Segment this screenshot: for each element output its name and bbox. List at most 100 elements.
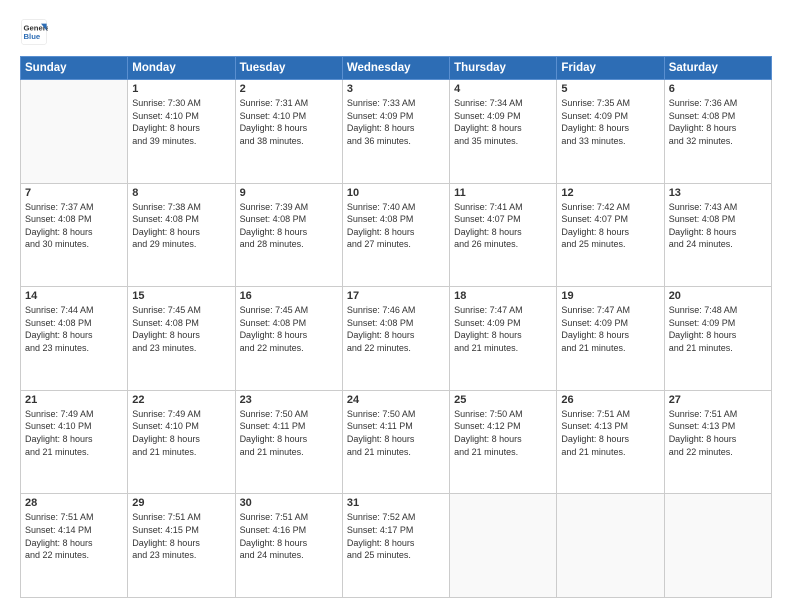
- day-number: 30: [240, 497, 338, 509]
- day-number: 27: [669, 394, 767, 406]
- day-info: Sunrise: 7:40 AM Sunset: 4:08 PM Dayligh…: [347, 201, 445, 251]
- page: General Blue SundayMondayTuesdayWednesda…: [0, 0, 792, 612]
- calendar-table: SundayMondayTuesdayWednesdayThursdayFrid…: [20, 56, 772, 598]
- day-cell: 31Sunrise: 7:52 AM Sunset: 4:17 PM Dayli…: [342, 494, 449, 598]
- day-cell: 27 Sunrise: 7:51 AM Sunset: 4:13 PM Dayli…: [664, 390, 771, 494]
- day-info: Sunrise: 7:49 AM Sunset: 4:10 PM Dayligh…: [25, 408, 123, 458]
- day-number: 15: [132, 290, 230, 302]
- day-cell: 16 Sunrise: 7:45 AM Sunset: 4:08 PM Dayli…: [235, 287, 342, 391]
- day-cell: 21Sunrise: 7:49 AM Sunset: 4:10 PM Dayli…: [21, 390, 128, 494]
- weekday-header-monday: Monday: [128, 57, 235, 80]
- day-cell: 8 Sunrise: 7:38 AM Sunset: 4:08 PM Daylig…: [128, 183, 235, 287]
- header: General Blue: [20, 18, 772, 46]
- day-info: Sunrise: 7:39 AM Sunset: 4:08 PM Dayligh…: [240, 201, 338, 251]
- day-number: 23: [240, 394, 338, 406]
- day-number: 17: [347, 290, 445, 302]
- day-info: Sunrise: 7:34 AM Sunset: 4:09 PM Dayligh…: [454, 97, 552, 147]
- weekday-header-sunday: Sunday: [21, 57, 128, 80]
- day-number: 10: [347, 187, 445, 199]
- day-info: Sunrise: 7:50 AM Sunset: 4:11 PM Dayligh…: [347, 408, 445, 458]
- week-row-3: 14 Sunrise: 7:44 AM Sunset: 4:08 PM Dayli…: [21, 287, 772, 391]
- day-info: Sunrise: 7:31 AM Sunset: 4:10 PM Dayligh…: [240, 97, 338, 147]
- day-number: 22: [132, 394, 230, 406]
- day-cell: 7 Sunrise: 7:37 AM Sunset: 4:08 PM Daylig…: [21, 183, 128, 287]
- day-info: Sunrise: 7:36 AM Sunset: 4:08 PM Dayligh…: [669, 97, 767, 147]
- day-cell: [664, 494, 771, 598]
- day-number: 7: [25, 187, 123, 199]
- day-info: Sunrise: 7:51 AM Sunset: 4:13 PM Dayligh…: [561, 408, 659, 458]
- day-cell: 18Sunrise: 7:47 AM Sunset: 4:09 PM Dayli…: [450, 287, 557, 391]
- day-info: Sunrise: 7:45 AM Sunset: 4:08 PM Dayligh…: [240, 304, 338, 354]
- day-info: Sunrise: 7:44 AM Sunset: 4:08 PM Dayligh…: [25, 304, 123, 354]
- day-info: Sunrise: 7:42 AM Sunset: 4:07 PM Dayligh…: [561, 201, 659, 251]
- day-number: 13: [669, 187, 767, 199]
- day-number: 26: [561, 394, 659, 406]
- logo: General Blue: [20, 18, 50, 46]
- day-cell: 26 Sunrise: 7:51 AM Sunset: 4:13 PM Dayli…: [557, 390, 664, 494]
- day-cell: 22 Sunrise: 7:49 AM Sunset: 4:10 PM Dayli…: [128, 390, 235, 494]
- day-info: Sunrise: 7:47 AM Sunset: 4:09 PM Dayligh…: [561, 304, 659, 354]
- day-info: Sunrise: 7:43 AM Sunset: 4:08 PM Dayligh…: [669, 201, 767, 251]
- logo-icon: General Blue: [20, 18, 48, 46]
- day-info: Sunrise: 7:30 AM Sunset: 4:10 PM Dayligh…: [132, 97, 230, 147]
- svg-text:Blue: Blue: [24, 32, 41, 41]
- day-info: Sunrise: 7:50 AM Sunset: 4:11 PM Dayligh…: [240, 408, 338, 458]
- day-cell: [21, 80, 128, 184]
- day-cell: 4 Sunrise: 7:34 AM Sunset: 4:09 PM Daylig…: [450, 80, 557, 184]
- day-cell: 12 Sunrise: 7:42 AM Sunset: 4:07 PM Dayli…: [557, 183, 664, 287]
- day-number: 29: [132, 497, 230, 509]
- day-number: 8: [132, 187, 230, 199]
- day-cell: 3Sunrise: 7:33 AM Sunset: 4:09 PM Daylig…: [342, 80, 449, 184]
- day-cell: 14 Sunrise: 7:44 AM Sunset: 4:08 PM Dayli…: [21, 287, 128, 391]
- day-info: Sunrise: 7:49 AM Sunset: 4:10 PM Dayligh…: [132, 408, 230, 458]
- day-info: Sunrise: 7:46 AM Sunset: 4:08 PM Dayligh…: [347, 304, 445, 354]
- weekday-header-wednesday: Wednesday: [342, 57, 449, 80]
- day-cell: 24 Sunrise: 7:50 AM Sunset: 4:11 PM Dayli…: [342, 390, 449, 494]
- week-row-4: 21Sunrise: 7:49 AM Sunset: 4:10 PM Dayli…: [21, 390, 772, 494]
- day-number: 4: [454, 83, 552, 95]
- day-number: 11: [454, 187, 552, 199]
- day-info: Sunrise: 7:41 AM Sunset: 4:07 PM Dayligh…: [454, 201, 552, 251]
- day-info: Sunrise: 7:38 AM Sunset: 4:08 PM Dayligh…: [132, 201, 230, 251]
- day-number: 3: [347, 83, 445, 95]
- day-number: 9: [240, 187, 338, 199]
- day-number: 1: [132, 83, 230, 95]
- day-info: Sunrise: 7:37 AM Sunset: 4:08 PM Dayligh…: [25, 201, 123, 251]
- day-info: Sunrise: 7:50 AM Sunset: 4:12 PM Dayligh…: [454, 408, 552, 458]
- day-info: Sunrise: 7:51 AM Sunset: 4:14 PM Dayligh…: [25, 511, 123, 561]
- day-cell: 29Sunrise: 7:51 AM Sunset: 4:15 PM Dayli…: [128, 494, 235, 598]
- day-number: 19: [561, 290, 659, 302]
- day-info: Sunrise: 7:51 AM Sunset: 4:13 PM Dayligh…: [669, 408, 767, 458]
- week-row-5: 28Sunrise: 7:51 AM Sunset: 4:14 PM Dayli…: [21, 494, 772, 598]
- weekday-header-row: SundayMondayTuesdayWednesdayThursdayFrid…: [21, 57, 772, 80]
- day-number: 20: [669, 290, 767, 302]
- day-cell: 23 Sunrise: 7:50 AM Sunset: 4:11 PM Dayli…: [235, 390, 342, 494]
- day-cell: 25Sunrise: 7:50 AM Sunset: 4:12 PM Dayli…: [450, 390, 557, 494]
- day-cell: [450, 494, 557, 598]
- day-cell: 9 Sunrise: 7:39 AM Sunset: 4:08 PM Daylig…: [235, 183, 342, 287]
- day-cell: 5Sunrise: 7:35 AM Sunset: 4:09 PM Daylig…: [557, 80, 664, 184]
- day-info: Sunrise: 7:52 AM Sunset: 4:17 PM Dayligh…: [347, 511, 445, 561]
- weekday-header-thursday: Thursday: [450, 57, 557, 80]
- day-number: 18: [454, 290, 552, 302]
- day-cell: 13 Sunrise: 7:43 AM Sunset: 4:08 PM Dayli…: [664, 183, 771, 287]
- day-number: 12: [561, 187, 659, 199]
- day-cell: 20Sunrise: 7:48 AM Sunset: 4:09 PM Dayli…: [664, 287, 771, 391]
- weekday-header-friday: Friday: [557, 57, 664, 80]
- day-number: 14: [25, 290, 123, 302]
- week-row-1: 1 Sunrise: 7:30 AM Sunset: 4:10 PM Daylig…: [21, 80, 772, 184]
- day-cell: 28Sunrise: 7:51 AM Sunset: 4:14 PM Dayli…: [21, 494, 128, 598]
- day-number: 16: [240, 290, 338, 302]
- day-number: 6: [669, 83, 767, 95]
- weekday-header-saturday: Saturday: [664, 57, 771, 80]
- day-cell: 30Sunrise: 7:51 AM Sunset: 4:16 PM Dayli…: [235, 494, 342, 598]
- day-cell: [557, 494, 664, 598]
- day-number: 2: [240, 83, 338, 95]
- day-cell: 11 Sunrise: 7:41 AM Sunset: 4:07 PM Dayli…: [450, 183, 557, 287]
- day-cell: 19 Sunrise: 7:47 AM Sunset: 4:09 PM Dayli…: [557, 287, 664, 391]
- day-info: Sunrise: 7:45 AM Sunset: 4:08 PM Dayligh…: [132, 304, 230, 354]
- day-cell: 17 Sunrise: 7:46 AM Sunset: 4:08 PM Dayli…: [342, 287, 449, 391]
- day-number: 24: [347, 394, 445, 406]
- week-row-2: 7 Sunrise: 7:37 AM Sunset: 4:08 PM Daylig…: [21, 183, 772, 287]
- day-info: Sunrise: 7:35 AM Sunset: 4:09 PM Dayligh…: [561, 97, 659, 147]
